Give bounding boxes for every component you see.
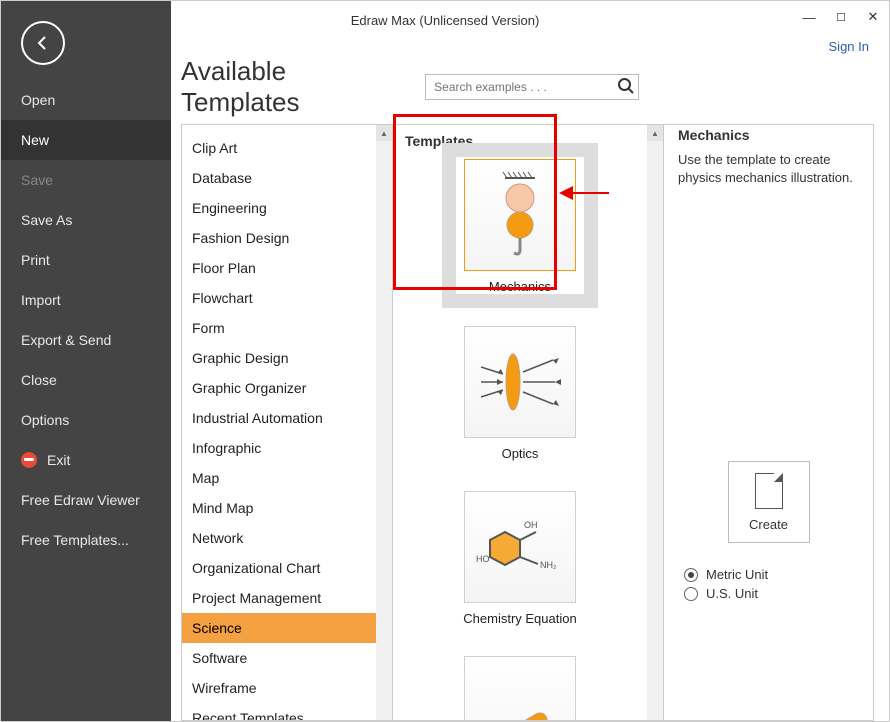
sidebar-item-label: Options: [21, 412, 69, 428]
sidebar-item-free-edraw-viewer[interactable]: Free Edraw Viewer: [1, 480, 171, 520]
template-list: Templates Mechanics Optics HO OH NH₂ Chemistr…: [393, 124, 664, 721]
category-item[interactable]: Organizational Chart: [182, 553, 376, 583]
category-item[interactable]: Wireframe: [182, 673, 376, 703]
sidebar-item-new[interactable]: New: [1, 120, 171, 160]
search-icon[interactable]: [617, 77, 635, 98]
document-icon: [755, 473, 783, 509]
window-controls: — ☐ ✕: [799, 7, 883, 27]
sidebar-item-options[interactable]: Options: [1, 400, 171, 440]
unit-option[interactable]: Metric Unit: [684, 567, 853, 582]
category-list: Clip ArtDatabaseEngineeringFashion Desig…: [181, 124, 393, 721]
category-item[interactable]: Graphic Design: [182, 343, 376, 373]
category-item[interactable]: Flowchart: [182, 283, 376, 313]
create-button[interactable]: Create: [728, 461, 810, 543]
sidebar-item-label: Export & Send: [21, 332, 111, 348]
sign-in-link[interactable]: Sign In: [829, 39, 869, 54]
templates-header: Templates: [393, 125, 663, 155]
category-item[interactable]: Industrial Automation: [182, 403, 376, 433]
svg-text:HO: HO: [476, 554, 490, 564]
category-item[interactable]: Recent Templates: [182, 703, 376, 721]
sidebar-item-label: Print: [21, 252, 50, 268]
template-thumbnail: [464, 326, 576, 438]
category-item[interactable]: Engineering: [182, 193, 376, 223]
sidebar-item-label: Save As: [21, 212, 72, 228]
template-item[interactable]: Optics: [403, 326, 637, 461]
sidebar-item-import[interactable]: Import: [1, 280, 171, 320]
app-title: Edraw Max (Unlicensed Version): [351, 13, 540, 28]
sidebar-item-label: Exit: [47, 452, 70, 468]
category-item[interactable]: Software: [182, 643, 376, 673]
svg-text:NH₂: NH₂: [540, 560, 557, 570]
sidebar-item-label: Free Templates...: [21, 532, 129, 548]
search-input[interactable]: [425, 74, 639, 100]
minimize-button[interactable]: —: [799, 7, 819, 27]
category-item[interactable]: Database: [182, 163, 376, 193]
sidebar-item-close[interactable]: Close: [1, 360, 171, 400]
sidebar-item-free-templates-[interactable]: Free Templates...: [1, 520, 171, 560]
category-item[interactable]: Floor Plan: [182, 253, 376, 283]
template-label: Mechanics: [454, 279, 586, 294]
create-label: Create: [749, 517, 788, 532]
svg-text:OH: OH: [524, 520, 538, 530]
close-window-button[interactable]: ✕: [863, 7, 883, 27]
sidebar-item-exit[interactable]: Exit: [1, 440, 171, 480]
category-item[interactable]: Infographic: [182, 433, 376, 463]
sidebar-item-label: Close: [21, 372, 57, 388]
template-thumbnail: [464, 159, 576, 271]
radio-icon: [684, 568, 698, 582]
sidebar-item-save-as[interactable]: Save As: [1, 200, 171, 240]
template-thumbnail: [464, 656, 576, 721]
sidebar-item-save[interactable]: Save: [1, 160, 171, 200]
category-item[interactable]: Map: [182, 463, 376, 493]
category-scrollbar[interactable]: ▲: [376, 125, 392, 720]
scroll-up-icon[interactable]: ▲: [647, 125, 663, 141]
maximize-button[interactable]: ☐: [831, 7, 851, 27]
file-menu-sidebar: Open New Save Save As Print Import Export & Se…: [1, 1, 171, 721]
category-item[interactable]: Science: [182, 613, 376, 643]
unit-label: U.S. Unit: [706, 586, 758, 601]
info-description: Use the template to create physics mecha…: [678, 151, 859, 451]
category-item[interactable]: Mind Map: [182, 493, 376, 523]
template-scrollbar[interactable]: ▲: [647, 125, 663, 720]
unit-option[interactable]: U.S. Unit: [684, 586, 853, 601]
radio-icon: [684, 587, 698, 601]
scroll-up-icon[interactable]: ▲: [376, 125, 392, 141]
category-item[interactable]: Form: [182, 313, 376, 343]
back-button[interactable]: [21, 21, 65, 65]
sidebar-item-label: Import: [21, 292, 61, 308]
category-item[interactable]: Project Management: [182, 583, 376, 613]
sidebar-item-print[interactable]: Print: [1, 240, 171, 280]
sidebar-item-label: Free Edraw Viewer: [21, 492, 140, 508]
sidebar-item-open[interactable]: Open: [1, 80, 171, 120]
template-label: Chemistry Equation: [403, 611, 637, 626]
category-item[interactable]: Fashion Design: [182, 223, 376, 253]
template-item[interactable]: Laboratory Equipment: [403, 656, 637, 721]
sidebar-item-label: Open: [21, 92, 55, 108]
info-title: Mechanics: [678, 127, 859, 143]
page-title: Available Templates: [181, 56, 395, 118]
category-item[interactable]: Graphic Organizer: [182, 373, 376, 403]
template-label: Optics: [403, 446, 637, 461]
template-thumbnail: HO OH NH₂: [464, 491, 576, 603]
sidebar-item-label: New: [21, 132, 49, 148]
category-item[interactable]: Clip Art: [182, 133, 376, 163]
template-info-panel: Mechanics Use the template to create phy…: [664, 124, 874, 721]
category-item[interactable]: Network: [182, 523, 376, 553]
sidebar-item-export-send[interactable]: Export & Send: [1, 320, 171, 360]
template-item[interactable]: Mechanics: [454, 155, 586, 296]
unit-label: Metric Unit: [706, 567, 768, 582]
no-entry-icon: [21, 452, 37, 468]
template-item[interactable]: HO OH NH₂ Chemistry Equation: [403, 491, 637, 626]
sidebar-item-label: Save: [21, 172, 53, 188]
